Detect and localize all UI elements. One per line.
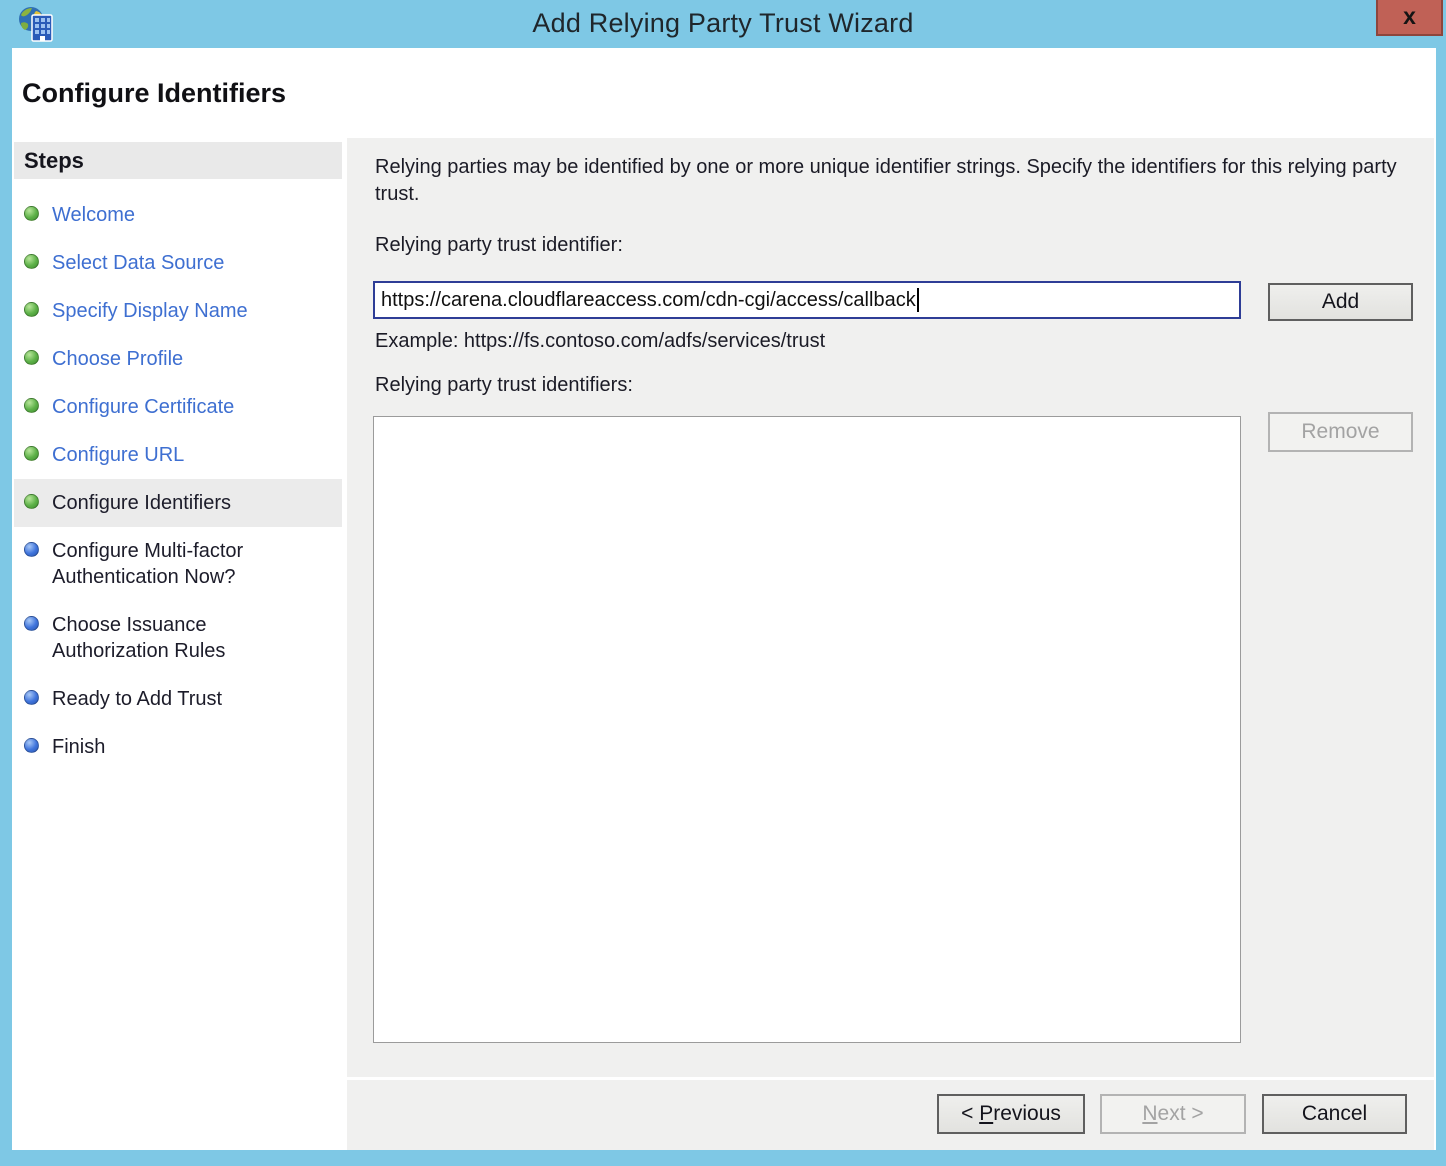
identifier-input[interactable]: https://carena.cloudflareaccess.com/cdn-… — [373, 281, 1241, 319]
sidebar-step-item[interactable]: Finish — [14, 723, 342, 771]
step-label: Finish — [52, 734, 105, 760]
step-status-dot-icon — [24, 494, 39, 509]
identifier-label: Relying party trust identifier: — [375, 234, 623, 257]
example-text: Example: https://fs.contoso.com/adfs/ser… — [375, 330, 825, 353]
step-status-dot-icon — [24, 350, 39, 365]
sidebar-step-item[interactable]: Configure Multi-factor Authentication No… — [14, 527, 342, 601]
page-title: Configure Identifiers — [22, 78, 286, 109]
step-status-dot-icon — [24, 398, 39, 413]
intro-text: Relying parties may be identified by one… — [375, 154, 1405, 208]
step-label: Configure Identifiers — [52, 490, 231, 516]
step-status-dot-icon — [24, 616, 39, 631]
step-label: Configure URL — [52, 442, 184, 468]
identifiers-listbox[interactable] — [373, 416, 1241, 1043]
sidebar-step-item[interactable]: Specify Display Name — [14, 287, 342, 335]
step-status-dot-icon — [24, 206, 39, 221]
step-status-dot-icon — [24, 690, 39, 705]
identifiers-list-label: Relying party trust identifiers: — [375, 374, 633, 397]
wizard-content: Configure Identifiers Steps Welcome Sele… — [12, 48, 1436, 1150]
identifier-input-value: https://carena.cloudflareaccess.com/cdn-… — [381, 289, 916, 312]
steps-header: Steps — [14, 142, 342, 179]
add-button[interactable]: Add — [1268, 283, 1413, 321]
step-label: Select Data Source — [52, 250, 224, 276]
sidebar-step-item[interactable]: Welcome — [14, 191, 342, 239]
step-label: Configure Multi-factor Authentication No… — [52, 538, 307, 590]
text-caret — [917, 288, 919, 312]
page-header: Configure Identifiers — [12, 48, 1436, 138]
step-label: Configure Certificate — [52, 394, 234, 420]
step-label: Choose Issuance Authorization Rules — [52, 612, 307, 664]
step-status-dot-icon — [24, 302, 39, 317]
step-status-dot-icon — [24, 542, 39, 557]
step-status-dot-icon — [24, 254, 39, 269]
window-title: Add Relying Party Trust Wizard — [0, 8, 1446, 39]
wizard-window: Add Relying Party Trust Wizard x Configu… — [0, 0, 1446, 1166]
footer-bar: < Previous Next > Cancel — [347, 1080, 1434, 1150]
remove-button[interactable]: Remove — [1268, 412, 1413, 452]
titlebar: Add Relying Party Trust Wizard x — [0, 0, 1446, 48]
steps-list: Welcome Select Data Source Specify Displ… — [12, 179, 344, 771]
sidebar-step-item[interactable]: Ready to Add Trust — [14, 675, 342, 723]
sidebar-step-item[interactable]: Configure Certificate — [14, 383, 342, 431]
cancel-button[interactable]: Cancel — [1262, 1094, 1407, 1134]
step-label: Choose Profile — [52, 346, 183, 372]
main-pane: Relying parties may be identified by one… — [347, 138, 1434, 1077]
step-label: Specify Display Name — [52, 298, 248, 324]
steps-sidebar: Steps Welcome Select Data Source Specify… — [12, 138, 344, 1150]
step-status-dot-icon — [24, 738, 39, 753]
sidebar-step-item[interactable]: Choose Issuance Authorization Rules — [14, 601, 342, 675]
sidebar-step-item[interactable]: Select Data Source — [14, 239, 342, 287]
step-label: Ready to Add Trust — [52, 686, 222, 712]
sidebar-step-item[interactable]: Configure URL — [14, 431, 342, 479]
step-label: Welcome — [52, 202, 135, 228]
sidebar-step-item[interactable]: Configure Identifiers — [14, 479, 342, 527]
previous-button[interactable]: < Previous — [937, 1094, 1085, 1134]
step-status-dot-icon — [24, 446, 39, 461]
close-button[interactable]: x — [1376, 0, 1443, 36]
next-button[interactable]: Next > — [1100, 1094, 1246, 1134]
sidebar-step-item[interactable]: Choose Profile — [14, 335, 342, 383]
